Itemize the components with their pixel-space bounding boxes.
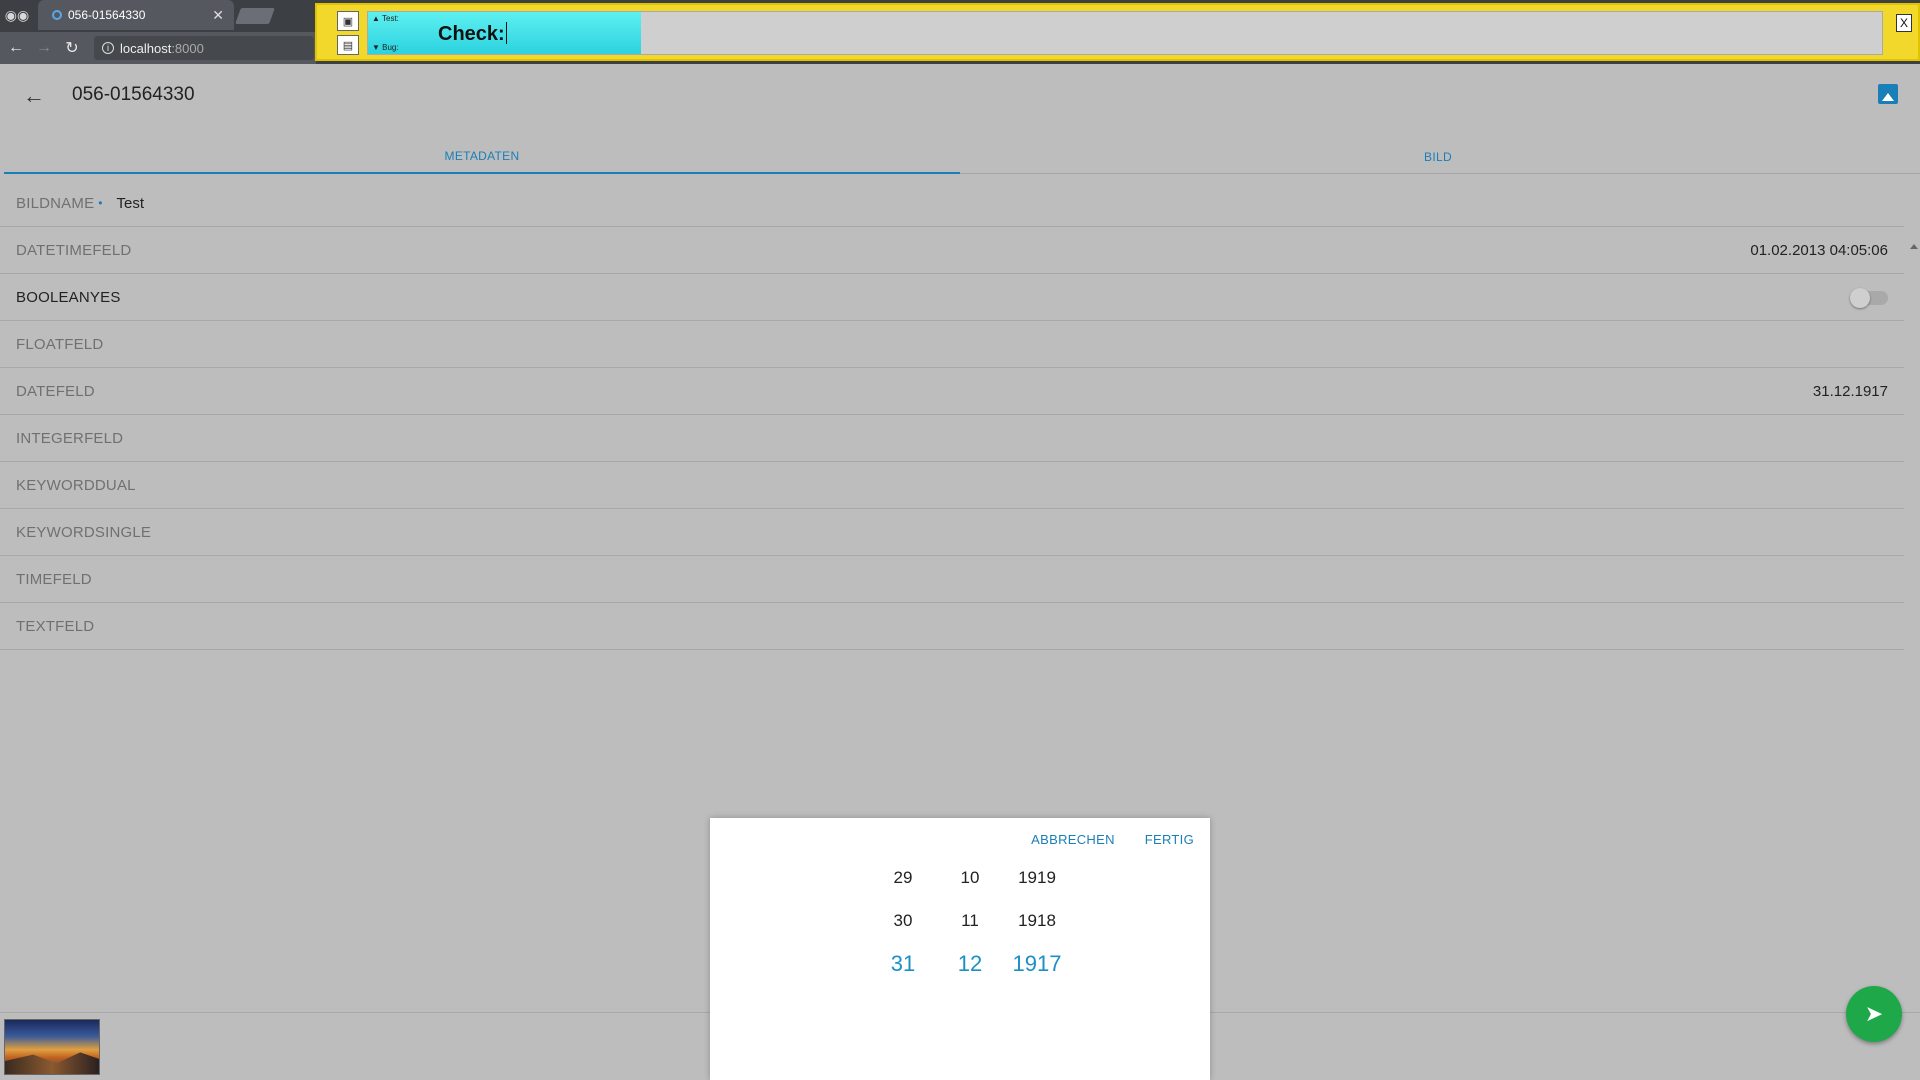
field-bildname[interactable]: BILDNAME • Test — [0, 180, 1904, 227]
new-tab-button[interactable] — [235, 8, 275, 24]
forward-arrow-icon[interactable]: → — [34, 38, 54, 58]
text-caret — [506, 22, 507, 44]
screenshot-region-icon[interactable]: ▤ — [337, 35, 359, 55]
browser-toolbar: ← → ↻ i localhost:8000 — [0, 32, 316, 64]
boolean-toggle[interactable] — [1850, 288, 1888, 308]
field-label: DATETIMEFELD — [16, 241, 132, 259]
screenshot-icon[interactable]: ▣ — [337, 11, 359, 31]
scrollbar[interactable] — [1908, 244, 1920, 1074]
field-label: KEYWORDDUAL — [16, 476, 136, 494]
scroll-up-icon[interactable] — [1910, 244, 1918, 249]
test-overlay-panel: ▣ ▤ ▲ Test: ▼ Bug: Check: X — [315, 3, 1920, 61]
field-label: TEXTFELD — [16, 617, 95, 635]
image-icon[interactable] — [1878, 84, 1898, 104]
address-bar[interactable]: i localhost:8000 — [94, 36, 314, 60]
field-textfeld[interactable]: TEXTFELD — [0, 603, 1904, 650]
field-keywordsingle[interactable]: KEYWORDSINGLE — [0, 509, 1904, 556]
field-label: INTEGERFELD — [16, 429, 124, 447]
field-datetimefeld[interactable]: DATETIMEFELD 01.02.2013 04:05:06 — [0, 227, 1904, 274]
address-host: localhost — [120, 40, 172, 56]
tab-bar: METADATEN BILD — [4, 140, 1920, 174]
image-thumbnail[interactable] — [4, 1019, 100, 1075]
year-option-selected[interactable]: 1917 — [1002, 942, 1072, 985]
field-label: BOOLEANYES — [16, 288, 121, 306]
cancel-button[interactable]: ABBRECHEN — [1031, 832, 1115, 847]
check-input[interactable]: ▲ Test: ▼ Bug: Check: — [367, 11, 1883, 55]
browser-tab[interactable]: 056-01564330 ✕ — [38, 0, 234, 30]
day-option-selected[interactable]: 31 — [868, 942, 938, 985]
reload-icon[interactable]: ↻ — [62, 38, 82, 58]
field-label: KEYWORDSINGLE — [16, 523, 152, 541]
info-icon[interactable]: i — [102, 42, 114, 54]
overlay-close-button[interactable]: X — [1896, 14, 1912, 32]
send-button[interactable]: ➤ — [1846, 986, 1902, 1042]
page-title: 056-01564330 — [72, 84, 195, 105]
required-marker: • — [98, 196, 103, 210]
incognito-icon[interactable]: ◉◉ — [2, 2, 32, 28]
check-label: Check: — [438, 23, 505, 45]
field-datefeld[interactable]: DATEFELD 31.12.1917 — [0, 368, 1904, 415]
month-wheel[interactable]: 10 11 12 — [935, 856, 1005, 985]
field-keyworddual[interactable]: KEYWORDDUAL — [0, 462, 1904, 509]
field-floatfeld[interactable]: FLOATFELD — [0, 321, 1904, 368]
loading-icon — [52, 10, 62, 20]
day-option[interactable]: 30 — [868, 899, 938, 942]
back-arrow-icon[interactable]: ← — [20, 82, 48, 110]
close-tab-icon[interactable]: ✕ — [212, 7, 224, 24]
tab-strip: ◉◉ 056-01564330 ✕ — [0, 0, 316, 30]
day-wheel[interactable]: 29 30 31 — [868, 856, 938, 985]
tab-bild[interactable]: BILD — [960, 140, 1916, 174]
year-option[interactable]: 1918 — [1002, 899, 1072, 942]
field-integerfeld[interactable]: INTEGERFELD — [0, 415, 1904, 462]
bug-label: ▼ Bug: — [372, 43, 399, 52]
test-label: ▲ Test: — [372, 14, 399, 23]
field-label: FLOATFELD — [16, 335, 104, 353]
bildname-input[interactable]: Test — [117, 195, 145, 212]
month-option[interactable]: 11 — [935, 899, 1005, 942]
month-option-selected[interactable]: 12 — [935, 942, 1005, 985]
done-button[interactable]: FERTIG — [1145, 832, 1194, 847]
day-option[interactable]: 29 — [868, 856, 938, 899]
field-booleanyes[interactable]: BOOLEANYES — [0, 274, 1904, 321]
field-timefeld[interactable]: TIMEFELD — [0, 556, 1904, 603]
date-picker: ABBRECHEN FERTIG 29 30 31 10 11 12 1919 … — [710, 818, 1210, 1080]
send-icon: ➤ — [1864, 1001, 1884, 1026]
year-option[interactable]: 1919 — [1002, 856, 1072, 899]
year-wheel[interactable]: 1919 1918 1917 — [1002, 856, 1072, 985]
datetime-value[interactable]: 01.02.2013 04:05:06 — [1750, 242, 1888, 259]
month-option[interactable]: 10 — [935, 856, 1005, 899]
date-value[interactable]: 31.12.1917 — [1813, 383, 1888, 400]
back-arrow-icon[interactable]: ← — [6, 38, 26, 58]
address-port: :8000 — [171, 40, 204, 56]
tab-metadaten[interactable]: METADATEN — [4, 140, 960, 174]
browser-tab-title: 056-01564330 — [68, 8, 146, 22]
field-label: DATEFELD — [16, 382, 95, 400]
field-label: TIMEFELD — [16, 570, 92, 588]
field-label: BILDNAME — [16, 194, 95, 212]
metadata-form: BILDNAME • Test DATETIMEFELD 01.02.2013 … — [0, 180, 1904, 650]
